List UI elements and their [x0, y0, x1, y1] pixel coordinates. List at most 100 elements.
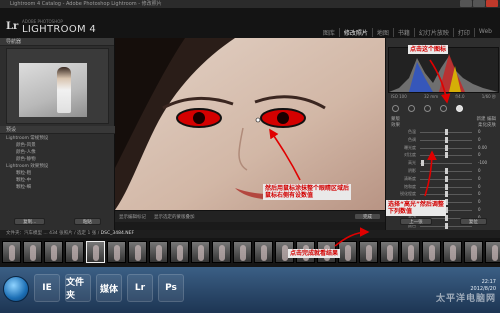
- filmstrip-thumbnail[interactable]: [170, 241, 189, 263]
- graduated-filter-icon[interactable]: [440, 104, 447, 112]
- paste-button[interactable]: 粘贴: [73, 217, 101, 225]
- left-panel: 导航器 预设 Lightroom 常规预设 颜色-风景 颜色-人像 颜色-静物 …: [0, 38, 115, 230]
- filmstrip-thumbnail[interactable]: [44, 241, 63, 263]
- slider-label: 清晰度: [404, 175, 416, 181]
- filmstrip-thumbnail[interactable]: [443, 241, 462, 263]
- filmstrip: [0, 238, 500, 267]
- slider-row: 色温 0: [388, 128, 499, 136]
- show-mask-overlay[interactable]: 显示选定的蒙版叠加: [154, 214, 195, 220]
- preset-item[interactable]: 颜色-人像: [6, 149, 115, 156]
- module-web[interactable]: Web: [475, 28, 496, 37]
- preset-folder[interactable]: Lightroom 常规预设: [6, 135, 115, 142]
- filmstrip-thumbnail[interactable]: [149, 241, 168, 263]
- navigator-preview[interactable]: [6, 48, 109, 124]
- left-panel-buttons: 复制... 粘贴: [0, 216, 115, 226]
- slider-value[interactable]: 0.00: [478, 145, 487, 150]
- taskbar-app[interactable]: IE: [34, 274, 60, 302]
- module-develop[interactable]: 修改照片: [340, 28, 373, 37]
- red-eye-icon[interactable]: [424, 104, 431, 112]
- filmstrip-thumbnail[interactable]: [422, 241, 441, 263]
- product-name: LIGHTROOM 4: [22, 24, 97, 35]
- slider-handle[interactable]: [444, 183, 448, 190]
- taskbar-app[interactable]: 文件夹: [65, 274, 91, 302]
- slider-label: 对比度: [404, 152, 416, 158]
- close-button[interactable]: [486, 0, 498, 7]
- filmstrip-thumbnail[interactable]: [191, 241, 210, 263]
- module-map[interactable]: 地图: [373, 28, 394, 37]
- preset-folder[interactable]: Lightroom 效果预设: [6, 163, 115, 170]
- filmstrip-source[interactable]: 文件夹：汽车模型 ... 434 张照片 / 选定 1 张 /: [6, 231, 99, 236]
- annotation-middle: 然后用鼠标涂抹整个眼睛区域后 鼠标右侧有设数值: [263, 184, 352, 200]
- filmstrip-thumbnail[interactable]: [338, 241, 357, 263]
- filmstrip-thumbnail[interactable]: [401, 241, 420, 263]
- spot-removal-icon[interactable]: [408, 104, 415, 112]
- taskbar-app[interactable]: Lr: [127, 274, 153, 302]
- filmstrip-thumbnail[interactable]: [359, 241, 378, 263]
- module-library[interactable]: 图库: [319, 28, 340, 37]
- filmstrip-thumbnail[interactable]: [65, 241, 84, 263]
- done-button[interactable]: 完成: [354, 213, 381, 220]
- slider-handle[interactable]: [444, 175, 448, 182]
- filmstrip-thumbnail[interactable]: [254, 241, 273, 263]
- copy-button[interactable]: 复制...: [14, 217, 46, 225]
- filmstrip-thumbnail[interactable]: [23, 241, 42, 263]
- navigator-header[interactable]: 导航器: [0, 38, 114, 46]
- start-button[interactable]: [3, 276, 29, 302]
- slider-value[interactable]: 0: [478, 207, 481, 212]
- filmstrip-thumbnail[interactable]: [233, 241, 252, 263]
- filmstrip-thumbnail[interactable]: [128, 241, 147, 263]
- maximize-button[interactable]: [473, 0, 485, 7]
- preset-item[interactable]: 颜色-风景: [6, 142, 115, 149]
- filmstrip-thumbnail[interactable]: [212, 241, 231, 263]
- slider-value[interactable]: 0: [478, 176, 481, 181]
- minimize-button[interactable]: [460, 0, 472, 7]
- adjustment-brush-icon[interactable]: [456, 104, 463, 112]
- slider-label: 色调: [408, 136, 416, 142]
- filmstrip-thumbnail[interactable]: [380, 241, 399, 263]
- iso-value: ISO 100: [391, 94, 407, 99]
- module-book[interactable]: 书籍: [394, 28, 415, 37]
- preset-item[interactable]: 颗粒-粗: [6, 170, 115, 177]
- window-title: Lightroom 4 Catalog - Adobe Photoshop Li…: [10, 1, 162, 7]
- show-edit-pins[interactable]: 显示编辑标记: [119, 214, 146, 220]
- preset-item[interactable]: 颗粒-中: [6, 177, 115, 184]
- slider-value[interactable]: 0: [478, 191, 481, 196]
- slider-value[interactable]: 0: [478, 137, 481, 142]
- previous-button[interactable]: 上一张: [400, 217, 432, 225]
- slider-handle[interactable]: [444, 136, 448, 143]
- preset-item[interactable]: 颜色-静物: [6, 156, 115, 163]
- slider-handle[interactable]: [421, 160, 425, 167]
- filmstrip-thumbnail[interactable]: [2, 241, 21, 263]
- window-title-bar: Lightroom 4 Catalog - Adobe Photoshop Li…: [0, 0, 500, 8]
- slider-handle[interactable]: [444, 191, 448, 198]
- slider-value[interactable]: 0: [478, 129, 481, 134]
- presets-header[interactable]: 预设: [0, 126, 115, 134]
- filmstrip-thumbnail[interactable]: [485, 241, 500, 263]
- filmstrip-thumbnail[interactable]: [86, 241, 105, 263]
- preset-item[interactable]: 颗粒-细: [6, 184, 115, 191]
- slider-row: 曝光度 0.00: [388, 144, 499, 152]
- slider-track[interactable]: [420, 163, 472, 165]
- aperture: f/4.0: [455, 94, 465, 99]
- slider-handle[interactable]: [444, 167, 448, 174]
- filmstrip-thumbnail[interactable]: [107, 241, 126, 263]
- histogram-info: ISO 100 32 mm f/4.0 1/60 秒: [388, 94, 499, 101]
- crop-icon[interactable]: [392, 104, 399, 112]
- slider-row: 高光 -100: [388, 159, 499, 167]
- taskbar-app[interactable]: 媒体: [96, 274, 122, 302]
- slider-handle[interactable]: [444, 129, 448, 135]
- slider-row: 阴影 0: [388, 167, 499, 175]
- slider-value[interactable]: 0: [478, 199, 481, 204]
- module-print[interactable]: 打印: [454, 28, 475, 37]
- slider-value[interactable]: 0: [478, 152, 481, 157]
- module-picker: 图库 修改照片 地图 书籍 幻灯片放映 打印 Web: [319, 28, 496, 37]
- filmstrip-thumbnail[interactable]: [464, 241, 483, 263]
- reset-button[interactable]: 复位: [459, 217, 487, 225]
- taskbar-app[interactable]: Ps: [158, 274, 184, 302]
- slider-value[interactable]: 0: [478, 168, 481, 173]
- module-slideshow[interactable]: 幻灯片放映: [415, 28, 454, 37]
- slider-value[interactable]: 0: [478, 184, 481, 189]
- slider-handle[interactable]: [444, 152, 448, 159]
- slider-handle[interactable]: [444, 144, 448, 151]
- slider-value[interactable]: -100: [478, 160, 487, 165]
